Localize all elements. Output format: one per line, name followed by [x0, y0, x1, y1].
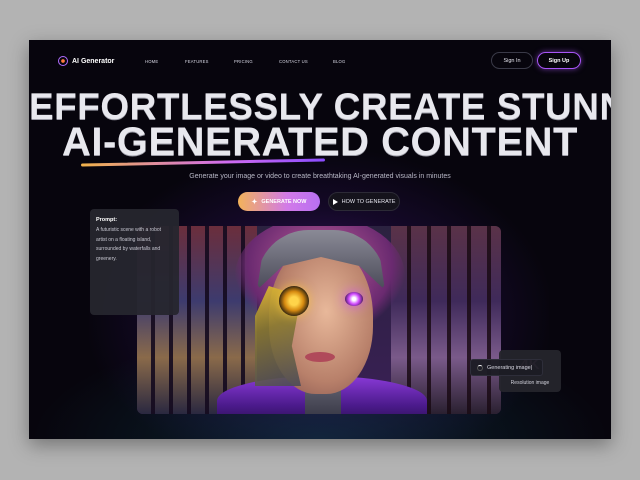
image-eye-left — [279, 286, 309, 316]
how-to-generate-label: HOW TO GENERATE — [341, 198, 396, 205]
nav-links: HOME FEATURES PRICING CONTACT US BLOG — [145, 59, 345, 64]
logo[interactable]: AI Generator — [58, 56, 114, 66]
prompt-text: A futuristic scene with a robot artist o… — [96, 227, 162, 262]
generating-status: Generating image| — [470, 359, 543, 376]
sparkle-icon: ✦ — [251, 198, 258, 206]
how-to-generate-button[interactable]: HOW TO GENERATE — [328, 192, 400, 211]
image-eye-right — [345, 292, 363, 306]
generated-image — [137, 226, 501, 414]
resolution-label: Resolution image — [510, 380, 550, 386]
nav-link-home[interactable]: HOME — [145, 59, 185, 64]
play-icon — [332, 198, 338, 205]
logo-text: AI Generator — [72, 57, 115, 65]
generate-now-label: GENERATE NOW — [261, 198, 307, 205]
nav-link-features[interactable]: FEATURES — [185, 59, 234, 64]
spinner-icon — [477, 364, 483, 371]
circle-logo-icon — [58, 56, 68, 66]
generate-now-button[interactable]: ✦ GENERATE NOW — [238, 192, 320, 211]
nav-link-blog[interactable]: BLOG — [333, 59, 345, 64]
prompt-card: Prompt: A futuristic scene with a robot … — [90, 209, 179, 315]
sign-up-button[interactable]: Sign Up — [537, 52, 581, 69]
hero-subtitle: Generate your image or video to create b… — [189, 173, 451, 180]
image-lips — [305, 352, 335, 362]
sign-in-button[interactable]: Sign In — [491, 52, 533, 69]
generating-status-text: Generating image| — [487, 364, 533, 371]
nav-link-contact[interactable]: CONTACT US — [279, 59, 333, 64]
top-nav: AI Generator HOME FEATURES PRICING CONTA… — [29, 40, 611, 82]
nav-link-pricing[interactable]: PRICING — [234, 59, 279, 64]
prompt-title: Prompt: — [96, 217, 118, 223]
